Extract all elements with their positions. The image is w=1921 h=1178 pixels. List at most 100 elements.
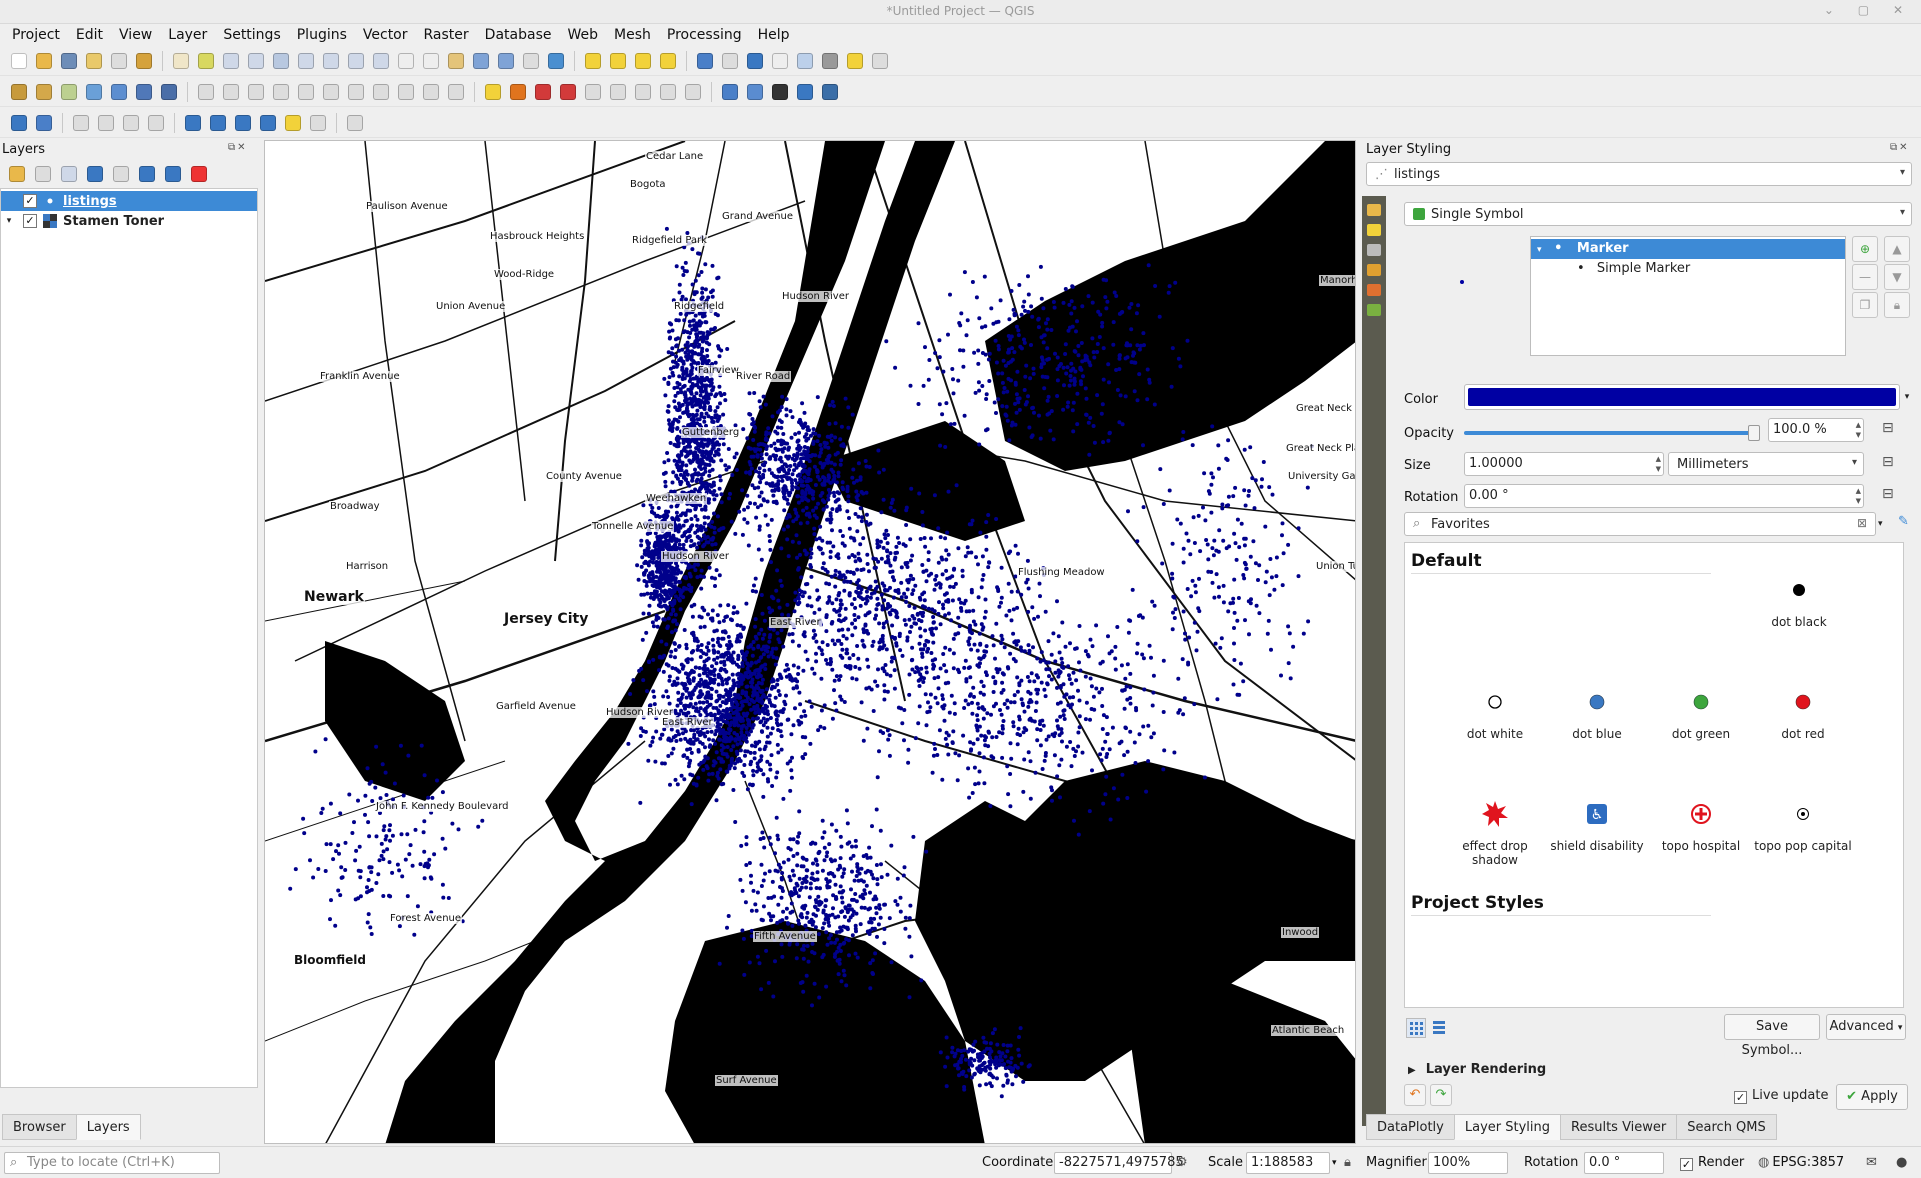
zoom-selection-icon[interactable] [295,50,317,72]
zoom-layer-icon[interactable] [320,50,342,72]
dock-float-close-icon[interactable]: ⧉✕ [228,142,248,153]
save-as-icon[interactable] [83,50,105,72]
cut-icon[interactable] [345,81,367,103]
statistics-icon[interactable] [769,50,791,72]
menu-database[interactable]: Database [477,24,560,46]
snapping-icon[interactable] [182,112,204,134]
layer-row-stamen-toner[interactable]: ▾ ✓ Stamen Toner [1,211,257,231]
undo-icon[interactable] [420,81,442,103]
menu-web[interactable]: Web [559,24,606,46]
add-feature-icon[interactable] [270,81,292,103]
manage-visibility-icon[interactable] [58,163,80,185]
save-edits-icon[interactable] [245,81,267,103]
text-tool-icon[interactable] [344,112,366,134]
new-project-icon[interactable] [8,50,30,72]
label-pin-icon[interactable] [507,81,529,103]
layer-row-listings[interactable]: ✓ listings [1,191,257,211]
bookmark-icon[interactable] [470,50,492,72]
menu-edit[interactable]: Edit [68,24,111,46]
quickmapservices-icon[interactable] [744,81,766,103]
expand-all-icon[interactable] [136,163,158,185]
merge-features-icon[interactable] [120,112,142,134]
label-props-icon[interactable] [682,81,704,103]
dataplotly-icon[interactable] [8,112,30,134]
help-icon[interactable] [819,81,841,103]
add-wms-icon[interactable] [158,81,180,103]
zoom-out-icon[interactable] [245,50,267,72]
paste-icon[interactable] [395,81,417,103]
zoom-last-icon[interactable] [370,50,392,72]
menu-raster[interactable]: Raster [416,24,477,46]
search-qms-icon[interactable] [719,81,741,103]
open-table-icon[interactable] [794,50,816,72]
select-location-icon[interactable] [657,50,679,72]
open-project-icon[interactable] [33,50,55,72]
menu-processing[interactable]: Processing [659,24,750,46]
label-change-icon[interactable] [632,81,654,103]
menu-project[interactable]: Project [4,24,68,46]
layer-visibility-checkbox[interactable]: ✓ [23,194,37,208]
map-tips-icon[interactable] [844,50,866,72]
delete-selected-icon[interactable] [320,81,342,103]
split-features-icon[interactable] [95,112,117,134]
tab-layers[interactable]: Layers [75,1114,141,1140]
trace-icon[interactable] [257,112,279,134]
diagram-icon[interactable] [532,81,554,103]
menu-layer[interactable]: Layer [160,24,215,46]
show-bookmarks-icon[interactable] [495,50,517,72]
annotation-icon[interactable] [869,50,891,72]
text-annotation-icon[interactable] [307,112,329,134]
topology-icon[interactable] [232,112,254,134]
menu-vector[interactable]: Vector [355,24,416,46]
select-by-value-icon[interactable] [607,50,629,72]
temporal-icon[interactable] [520,50,542,72]
label-rotate-icon[interactable] [607,81,629,103]
pan-to-selection-icon[interactable] [195,50,217,72]
remove-layer-icon[interactable] [188,163,210,185]
attribute-table-icon[interactable] [719,50,741,72]
add-mesh-icon[interactable] [108,81,130,103]
menu-view[interactable]: View [111,24,160,46]
filter-expression-icon[interactable] [110,163,132,185]
redo-icon[interactable] [445,81,467,103]
refresh-icon[interactable] [545,50,567,72]
toggle-editing-icon[interactable] [220,81,242,103]
filter-legend-icon[interactable] [84,163,106,185]
layer-styling-icon[interactable] [6,163,28,185]
zoom-full-icon[interactable] [270,50,292,72]
add-group-icon[interactable] [32,163,54,185]
menu-help[interactable]: Help [750,24,798,46]
vertex-tool-icon[interactable] [295,81,317,103]
deselect-icon[interactable] [632,50,654,72]
metasearch-icon[interactable] [33,112,55,134]
save-project-icon[interactable] [58,50,80,72]
label-show-icon[interactable] [657,81,679,103]
data-source-manager-icon[interactable] [8,81,30,103]
collapse-all-icon[interactable] [162,163,184,185]
label-hide-icon[interactable] [557,81,579,103]
globe-icon[interactable] [769,81,791,103]
add-delimited-icon[interactable] [133,81,155,103]
label-move-icon[interactable] [582,81,604,103]
menu-settings[interactable]: Settings [215,24,288,46]
menu-plugins[interactable]: Plugins [289,24,355,46]
select-features-icon[interactable] [582,50,604,72]
python-icon[interactable] [794,81,816,103]
tab-browser[interactable]: Browser [2,1114,77,1140]
zoom-next-icon[interactable] [395,50,417,72]
print-layout-icon[interactable] [108,50,130,72]
identify-icon[interactable] [694,50,716,72]
zoom-in-icon[interactable] [220,50,242,72]
menu-mesh[interactable]: Mesh [606,24,659,46]
reshape-icon[interactable] [145,112,167,134]
label-icon[interactable] [482,81,504,103]
expand-arrow-icon[interactable]: ▾ [1,216,17,226]
map-canvas[interactable]: Newark Jersey City Harrison Weehawken Gu… [264,140,1356,1144]
new-3d-view-icon[interactable] [445,50,467,72]
zoom-native-icon[interactable] [345,50,367,72]
window-controls[interactable]: ⌄ ▢ ✕ [1824,3,1913,17]
tracing-icon[interactable] [207,112,229,134]
copy-icon[interactable] [370,81,392,103]
edit-pencil-icon[interactable] [195,81,217,103]
measure-icon[interactable] [819,50,841,72]
